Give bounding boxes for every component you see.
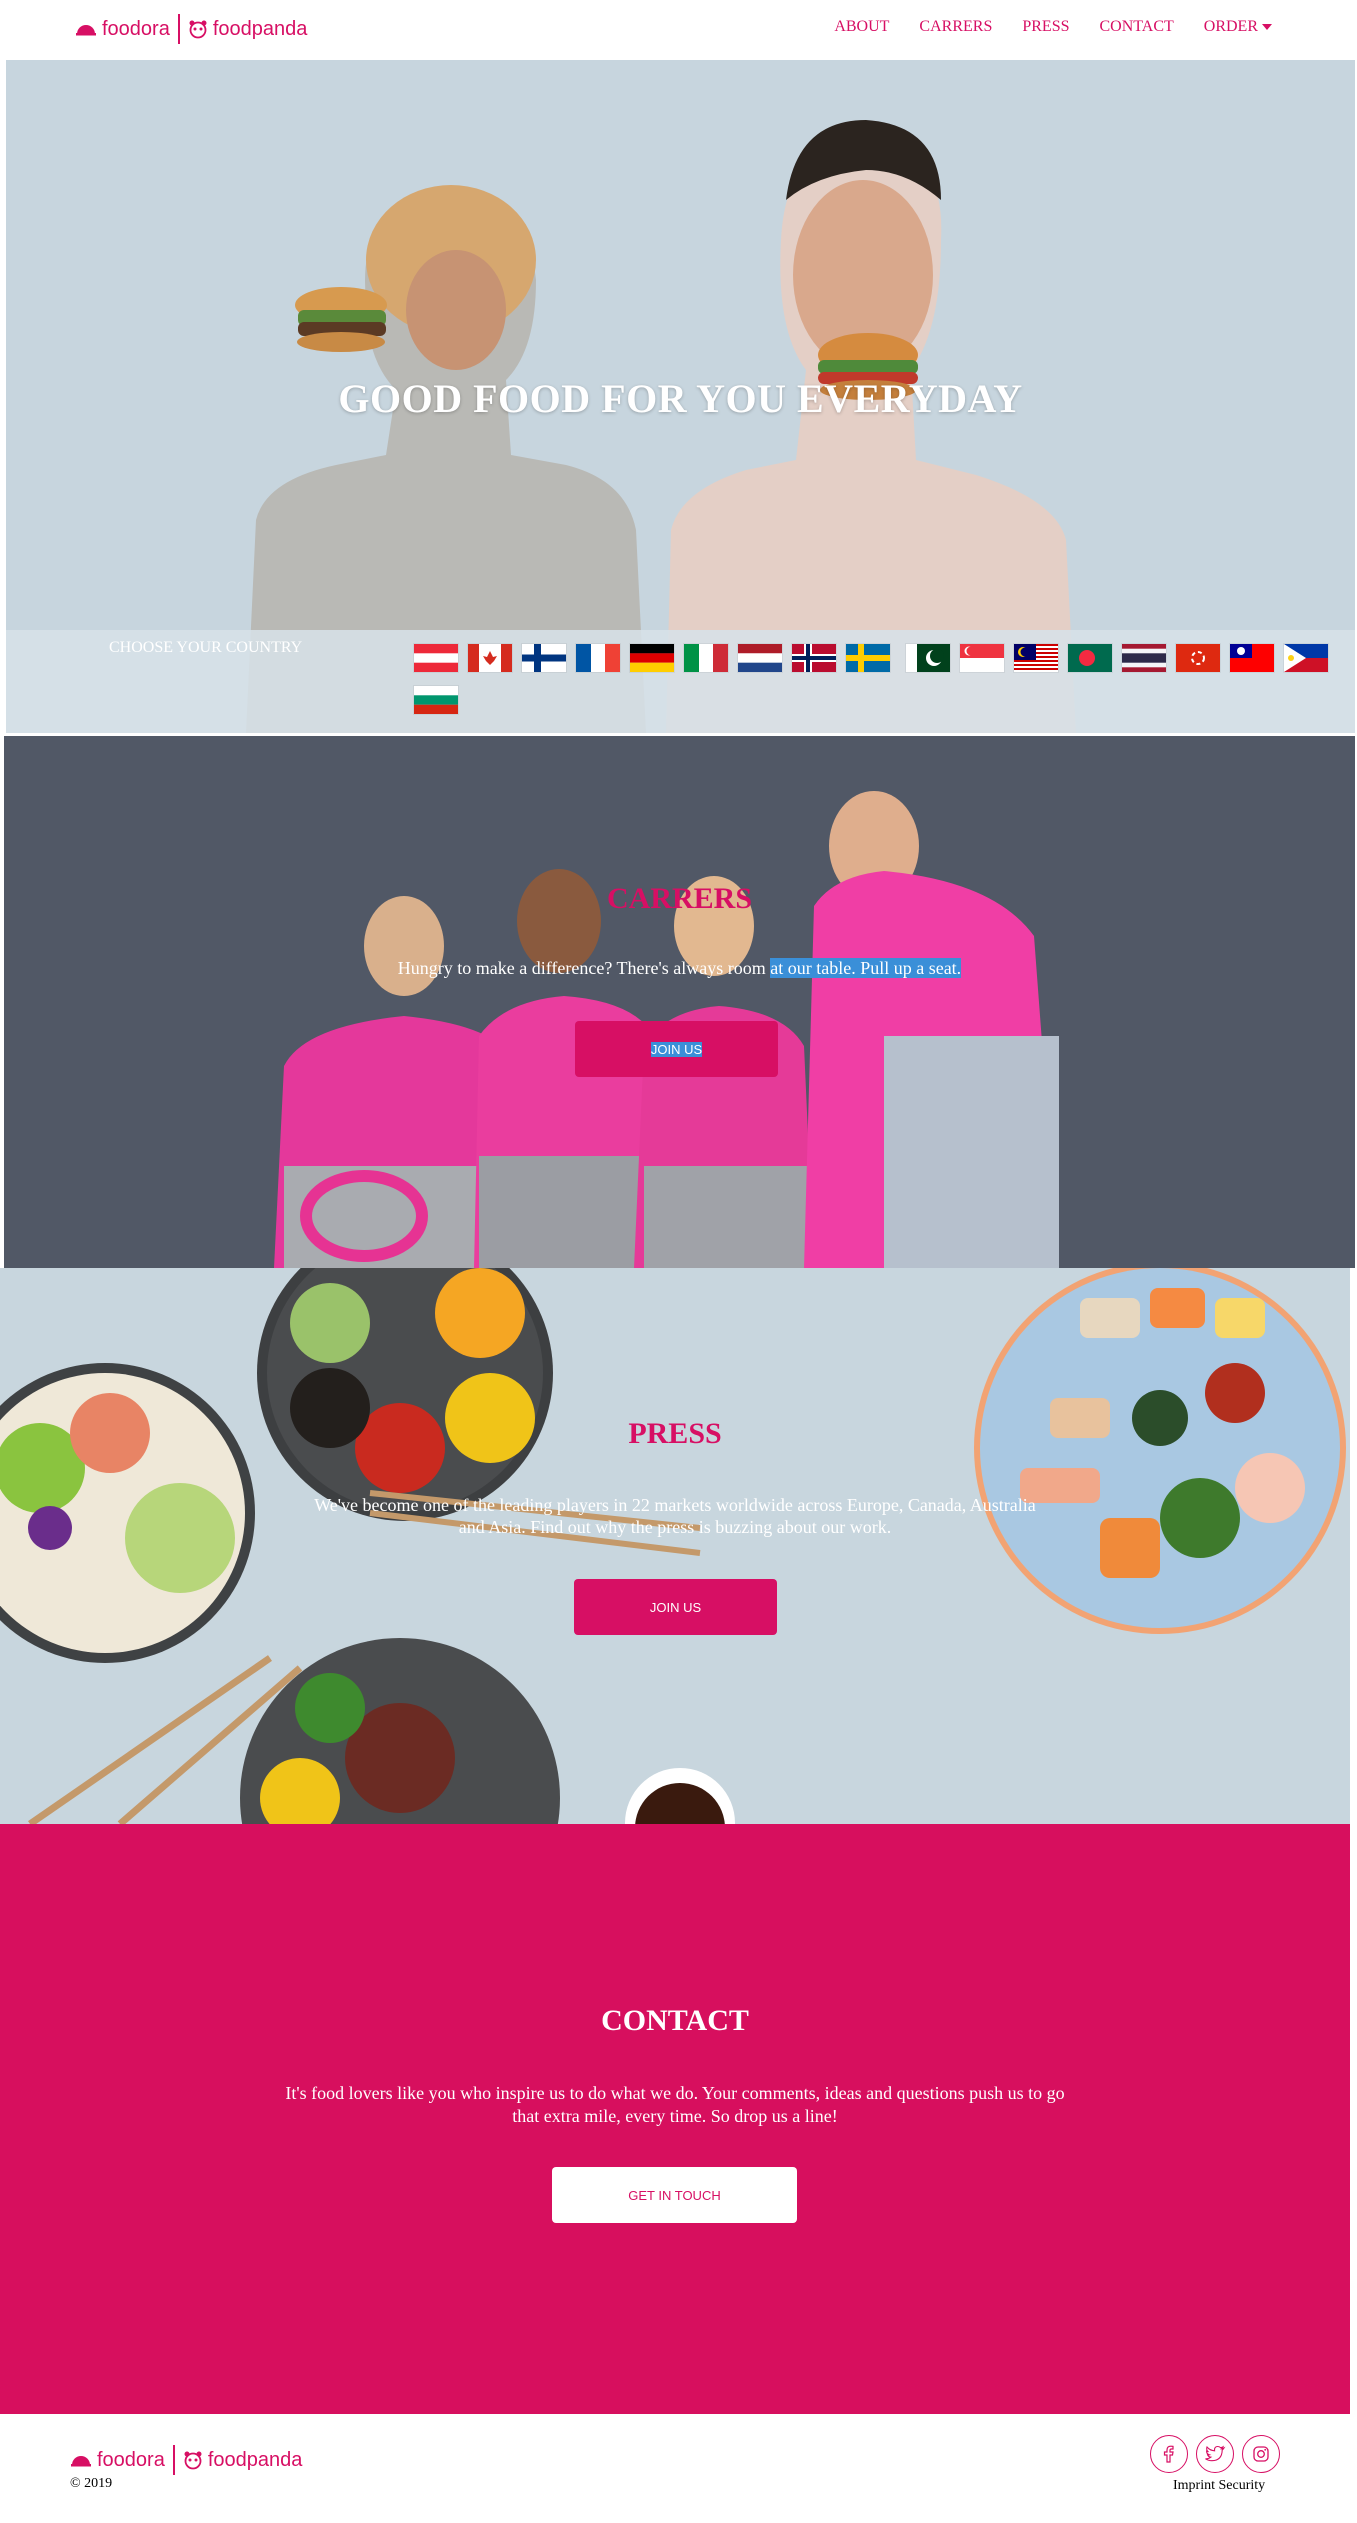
panda-icon bbox=[184, 2451, 202, 2470]
press-join-button[interactable]: JOIN US bbox=[574, 1579, 777, 1635]
site-header: foodora foodpanda ABOUT CARRERS PRESS CO… bbox=[0, 0, 1357, 60]
finland-flag[interactable] bbox=[522, 644, 566, 672]
footer-foodora-wordmark: foodora bbox=[97, 2448, 165, 2471]
germany-flag[interactable] bbox=[630, 644, 674, 672]
facebook-link[interactable] bbox=[1150, 2435, 1188, 2473]
instagram-icon bbox=[1253, 2446, 1269, 2462]
bulgaria-flag[interactable] bbox=[414, 686, 458, 714]
footer-logo[interactable]: foodora foodpanda bbox=[70, 2445, 302, 2475]
careers-text-a: Hungry to make a difference? There's alw… bbox=[397, 958, 771, 978]
hero-title: GOOD FOOD FOR YOU EVERYDAY bbox=[338, 376, 1023, 421]
contact-title: CONTACT bbox=[601, 2004, 749, 2037]
careers-section: CARRERS Hungry to make a difference? The… bbox=[4, 736, 1355, 1268]
bangladesh-flag[interactable] bbox=[1068, 644, 1112, 672]
nav-order-label: ORDER bbox=[1203, 18, 1258, 35]
panda-icon bbox=[189, 20, 207, 39]
malaysia-flag[interactable] bbox=[1014, 644, 1058, 672]
canada-flag[interactable] bbox=[468, 644, 512, 672]
get-in-touch-button[interactable]: GET IN TOUCH bbox=[552, 2167, 797, 2223]
social-links bbox=[1150, 2435, 1280, 2473]
nav-order-dropdown[interactable]: ORDER bbox=[1204, 18, 1272, 36]
foodora-icon bbox=[76, 25, 96, 36]
twitter-icon bbox=[1205, 2445, 1226, 2462]
nav-press[interactable]: PRESS bbox=[1022, 18, 1069, 36]
careers-join-label: JOIN US bbox=[650, 1041, 703, 1057]
austria-flag[interactable] bbox=[414, 644, 458, 672]
press-text: We've become one of the leading players … bbox=[314, 1495, 1036, 1537]
footer-links[interactable]: Imprint Security bbox=[1173, 2478, 1265, 2494]
taiwan-flag[interactable] bbox=[1230, 644, 1274, 672]
pakistan-flag[interactable] bbox=[906, 644, 950, 672]
country-selector: CHOOSE YOUR COUNTRY bbox=[6, 630, 1355, 733]
site-footer: foodora foodpanda © 2019 Imprint Securit… bbox=[0, 2414, 1357, 2523]
logo-divider bbox=[177, 14, 180, 44]
footer-foodora-brand: foodora bbox=[70, 2449, 165, 2472]
nav-contact[interactable]: CONTACT bbox=[1099, 18, 1173, 36]
footer-foodpanda-wordmark: foodpanda bbox=[207, 2448, 303, 2471]
twitter-link[interactable] bbox=[1196, 2435, 1234, 2473]
foodpanda-brand: foodpanda bbox=[188, 17, 308, 41]
careers-join-button[interactable]: JOIN US bbox=[575, 1021, 778, 1077]
sweden-flag[interactable] bbox=[846, 644, 890, 672]
norway-flag[interactable] bbox=[792, 644, 836, 672]
press-section: PRESS We've become one of the leading pl… bbox=[0, 1268, 1350, 1824]
country-label: CHOOSE YOUR COUNTRY bbox=[109, 639, 303, 656]
caret-down-icon bbox=[1262, 24, 1272, 31]
nav-about[interactable]: ABOUT bbox=[834, 18, 889, 36]
singapore-flag[interactable] bbox=[960, 644, 1004, 672]
foodora-brand: foodora bbox=[75, 18, 170, 41]
footer-logo-divider bbox=[172, 2445, 175, 2475]
main-nav: ABOUT CARRERS PRESS CONTACT ORDER bbox=[834, 18, 1272, 36]
press-title: PRESS bbox=[628, 1417, 722, 1450]
footer-foodpanda-brand: foodpanda bbox=[183, 2448, 303, 2472]
press-image bbox=[0, 1268, 1350, 1824]
thailand-flag[interactable] bbox=[1122, 644, 1166, 672]
copyright: © 2019 bbox=[70, 2476, 113, 2491]
foodpanda-wordmark: foodpanda bbox=[212, 17, 308, 40]
contact-text: It's food lovers like you who inspire us… bbox=[285, 2083, 1065, 2126]
philippines-flag[interactable] bbox=[1284, 644, 1328, 672]
careers-text: Hungry to make a difference? There's alw… bbox=[4, 958, 1355, 979]
contact-section: CONTACT It's food lovers like you who in… bbox=[0, 1824, 1350, 2414]
foodora-icon bbox=[71, 2456, 91, 2467]
netherlands-flag[interactable] bbox=[738, 644, 782, 672]
careers-image bbox=[4, 736, 1355, 1268]
nav-careers[interactable]: CARRERS bbox=[919, 18, 992, 36]
italy-flag[interactable] bbox=[684, 644, 728, 672]
facebook-icon bbox=[1163, 2445, 1174, 2463]
hong-kong-flag[interactable] bbox=[1176, 644, 1220, 672]
france-flag[interactable] bbox=[576, 644, 620, 672]
careers-text-b: at our table. Pull up a seat. bbox=[770, 958, 962, 978]
foodora-wordmark: foodora bbox=[102, 17, 170, 40]
careers-title: CARRERS bbox=[606, 882, 753, 915]
logo[interactable]: foodora foodpanda bbox=[75, 14, 307, 44]
hero-section: GOOD FOOD FOR YOU EVERYDAY CHOOSE YOUR C… bbox=[6, 60, 1355, 733]
instagram-link[interactable] bbox=[1242, 2435, 1280, 2473]
